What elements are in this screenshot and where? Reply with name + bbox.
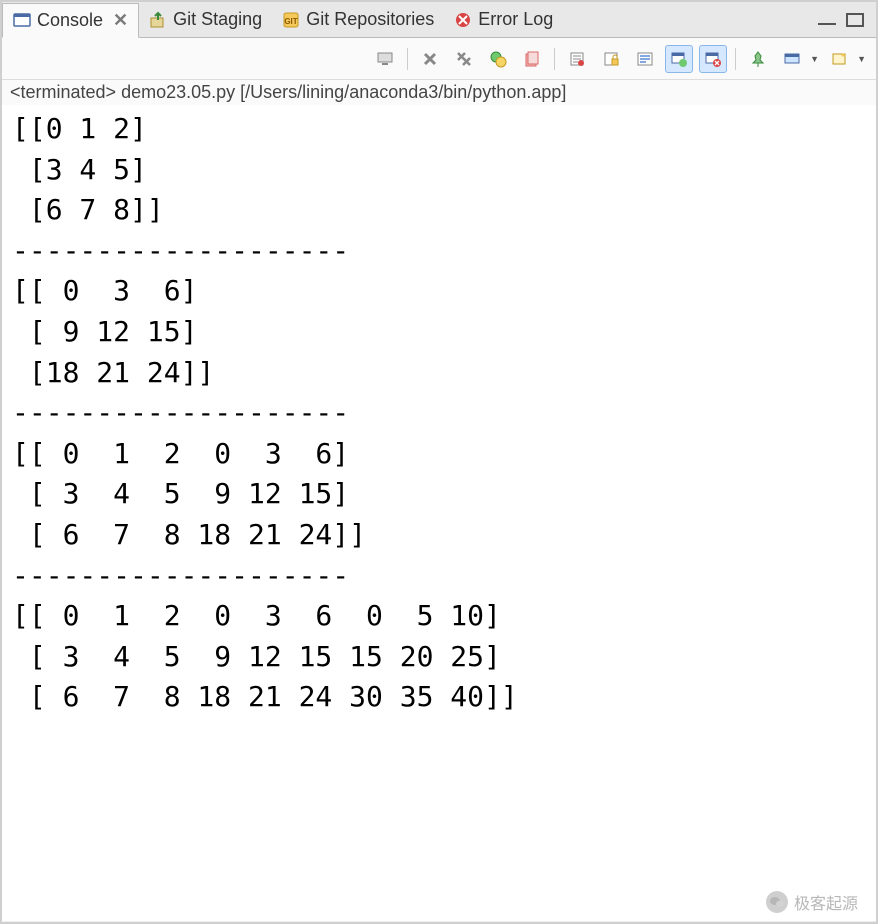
view-window-controls	[818, 13, 876, 27]
watermark-text: 极客起源	[794, 890, 858, 914]
minimize-view-button[interactable]	[818, 23, 836, 25]
tab-console[interactable]: Console ✕	[2, 3, 139, 38]
tab-git-staging[interactable]: Git Staging	[139, 2, 272, 37]
svg-text:GIT: GIT	[285, 17, 298, 26]
close-tab-icon[interactable]: ✕	[113, 10, 128, 31]
new-console-dropdown-arrow[interactable]: ▼	[857, 54, 866, 64]
console-output-area[interactable]: [[0 1 2] [3 4 5] [6 7 8]] --------------…	[2, 105, 876, 921]
computer-icon[interactable]	[371, 45, 399, 73]
pin-console-button[interactable]	[744, 45, 772, 73]
scroll-lock-button[interactable]	[563, 45, 591, 73]
watermark: 极客起源	[766, 890, 858, 914]
console-toolbar: ▼ ▼	[2, 38, 876, 80]
console-status-line: <terminated> demo23.05.py [/Users/lining…	[2, 80, 876, 105]
tab-label: Error Log	[478, 9, 553, 30]
remove-all-launches-button[interactable]	[450, 45, 478, 73]
new-console-button[interactable]	[825, 45, 853, 73]
console-output-text: [[0 1 2] [3 4 5] [6 7 8]] --------------…	[12, 112, 518, 713]
show-stdout-button[interactable]	[665, 45, 693, 73]
display-dropdown-arrow[interactable]: ▼	[810, 54, 819, 64]
display-selected-console-button[interactable]	[778, 45, 806, 73]
word-wrap-button[interactable]	[631, 45, 659, 73]
git-repo-icon: GIT	[282, 11, 300, 29]
tab-label: Git Repositories	[306, 9, 434, 30]
error-log-icon	[454, 11, 472, 29]
wechat-icon	[766, 891, 788, 913]
remove-launch-button[interactable]	[416, 45, 444, 73]
tab-label: Git Staging	[173, 9, 262, 30]
terminate-button[interactable]	[484, 45, 512, 73]
console-icon	[13, 11, 31, 29]
tab-label: Console	[37, 10, 103, 31]
status-text: <terminated> demo23.05.py [/Users/lining…	[10, 82, 566, 102]
tab-git-repositories[interactable]: GIT Git Repositories	[272, 2, 444, 37]
view-tab-bar: Console ✕ Git Staging GIT Git Repositori…	[2, 2, 876, 38]
maximize-view-button[interactable]	[846, 13, 864, 27]
clear-console-button[interactable]	[518, 45, 546, 73]
lock-button[interactable]	[597, 45, 625, 73]
tab-error-log[interactable]: Error Log	[444, 2, 563, 37]
git-staging-icon	[149, 11, 167, 29]
show-stderr-button[interactable]	[699, 45, 727, 73]
